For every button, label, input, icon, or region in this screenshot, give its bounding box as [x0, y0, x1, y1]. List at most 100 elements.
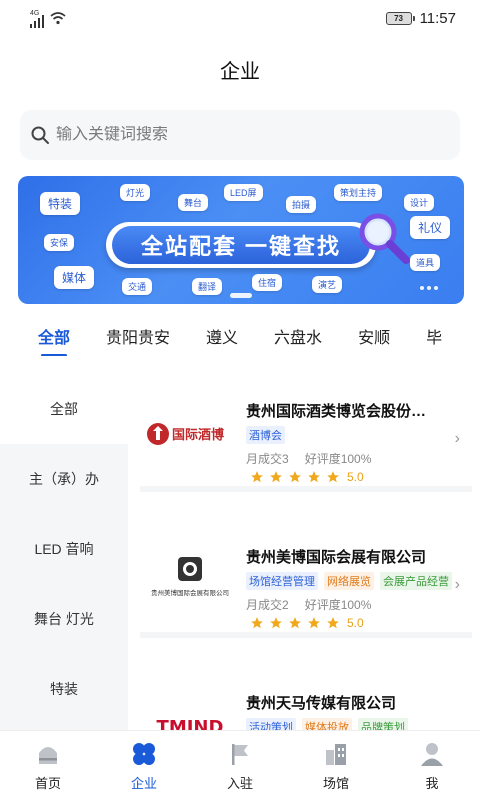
company-tag: 会展产品经营: [380, 572, 452, 590]
chevron-right-icon: ›: [454, 576, 460, 593]
company-logo: TMIND: [140, 696, 240, 730]
category-item-led-audio[interactable]: LED 音响: [0, 514, 128, 584]
company-stats: 月成交3 好评度100%: [246, 450, 371, 467]
star-icon: [289, 471, 301, 483]
battery-level: 73: [394, 13, 404, 23]
banner-chip: 道具: [410, 254, 441, 271]
tab-guiyang-guian[interactable]: 贵阳贵安: [106, 324, 170, 348]
star-icon: [308, 617, 320, 629]
nav-label: 我: [425, 776, 439, 791]
company-name: 贵州天马传媒有限公司: [246, 695, 397, 712]
nav-venue[interactable]: 场馆: [288, 731, 384, 800]
nav-label: 入驻: [226, 776, 253, 791]
company-stats: 月成交2 好评度100%: [246, 596, 371, 613]
flag-icon: [232, 744, 248, 765]
banner-chip: 翻译: [192, 278, 223, 295]
nav-join[interactable]: 入驻: [192, 731, 288, 800]
company-tags: 场馆经营管理 网络展览 会展产品经营: [246, 572, 454, 590]
company-card[interactable]: TMIND 贵州天马传媒有限公司 活动策划 媒体投放 品牌策划: [140, 666, 472, 730]
wifi-icon: [50, 12, 66, 25]
tab-bijie[interactable]: 毕: [426, 324, 442, 348]
banner-chip: 舞台: [178, 194, 209, 211]
star-icon: [251, 617, 263, 629]
banner-chip: 礼仪: [410, 216, 451, 239]
company-tag: 酒博会: [246, 426, 285, 444]
network-type: 4G: [30, 10, 40, 17]
chevron-right-icon: ›: [454, 430, 460, 447]
category-item-stage-lighting[interactable]: 舞台 灯光: [0, 584, 128, 654]
logo-text: 国际酒博: [172, 427, 224, 443]
nav-enterprise[interactable]: 企业: [96, 731, 192, 800]
company-tag: 媒体投放: [302, 718, 352, 730]
category-menu: 全部 主（承）办 LED 音响 舞台 灯光 特装: [0, 374, 128, 730]
company-tag: 场馆经营管理: [246, 572, 318, 590]
banner-chip: 演艺: [312, 276, 343, 293]
company-tags: 活动策划 媒体投放 品牌策划: [246, 718, 454, 730]
user-icon: [421, 743, 443, 766]
company-tag: 网络展览: [324, 572, 374, 590]
banner-chip: LED屏: [224, 184, 263, 201]
company-logo: 国际酒博: [140, 404, 240, 464]
star-icon: [289, 617, 301, 629]
company-tags: 酒博会: [246, 426, 454, 444]
banner-chip: 特装: [40, 192, 81, 215]
monthly-deals: 月成交3: [246, 452, 289, 466]
building-icon: [326, 744, 346, 765]
positive-rate: 好评度100%: [304, 452, 372, 466]
banner-chip: 灯光: [120, 184, 151, 201]
enterprise-icon: [133, 743, 155, 765]
rating-score: 5.0: [347, 470, 364, 484]
nav-label: 企业: [130, 776, 157, 791]
banner-chip: 交通: [122, 278, 153, 295]
company-card[interactable]: 国际酒博 贵州国际酒类博览会股份… 酒博会 月成交3 好评度100% 5.0 ›: [140, 374, 472, 492]
search-input[interactable]: [56, 126, 436, 144]
category-item-all[interactable]: 全部: [0, 374, 128, 444]
company-logo: 贵州美博国际会展有限公司: [140, 550, 240, 610]
company-card[interactable]: 贵州美博国际会展有限公司 贵州美博国际会展有限公司 场馆经营管理 网络展览 会展…: [140, 520, 472, 638]
category-item-special-booth[interactable]: 特装: [0, 654, 128, 724]
tab-zunyi[interactable]: 遵义: [206, 324, 238, 348]
star-icon: [251, 471, 263, 483]
nav-label: 场馆: [322, 776, 349, 791]
nav-home[interactable]: 首页: [0, 731, 96, 800]
banner-chip: 安保: [44, 234, 75, 251]
search-icon: [31, 126, 49, 144]
star-rating: 5.0: [250, 616, 364, 630]
search-bar[interactable]: [20, 110, 460, 160]
bottom-nav: 首页 企业 入驻 场馆 我: [0, 730, 480, 800]
company-list: 国际酒博 贵州国际酒类博览会股份… 酒博会 月成交3 好评度100% 5.0 ›: [128, 374, 480, 730]
tab-liupanshui[interactable]: 六盘水: [274, 324, 322, 348]
company-name: 贵州美博国际会展有限公司: [246, 549, 427, 566]
page-title: 企业: [220, 61, 260, 83]
company-name: 贵州国际酒类博览会股份…: [246, 403, 427, 420]
banner-chip: 媒体: [54, 266, 95, 289]
logo-text: 贵州美博国际会展有限公司: [151, 588, 229, 597]
star-icon: [327, 617, 339, 629]
city-tabs: 全部 贵阳贵安 遵义 六盘水 安顺 毕: [0, 316, 480, 356]
banner-page-indicator: [230, 293, 252, 298]
nav-label: 首页: [34, 776, 61, 791]
star-rating: 5.0: [250, 470, 364, 484]
star-icon: [308, 471, 320, 483]
status-bar: 4G 73 11:57: [0, 0, 480, 36]
promo-banner[interactable]: 特装 灯光 舞台 LED屏 策划主持 拍摄 设计 礼仪 安保 媒体 交通 翻译 …: [18, 176, 464, 304]
banner-chip: 拍摄: [286, 196, 317, 213]
magnifier-icon: [359, 213, 410, 264]
tab-all[interactable]: 全部: [38, 324, 70, 356]
nav-me[interactable]: 我: [384, 731, 480, 800]
star-icon: [270, 617, 282, 629]
clock: 11:57: [419, 9, 456, 27]
battery-icon: 73: [385, 11, 415, 25]
category-item-organizer[interactable]: 主（承）办: [0, 444, 128, 514]
company-tag: 品牌策划: [358, 718, 408, 730]
tab-anshun[interactable]: 安顺: [358, 324, 390, 348]
monthly-deals: 月成交2: [246, 598, 289, 612]
home-icon: [39, 747, 57, 764]
star-icon: [327, 471, 339, 483]
company-tag: 活动策划: [246, 718, 296, 730]
rating-score: 5.0: [347, 616, 364, 630]
banner-chip: 住宿: [252, 274, 283, 291]
positive-rate: 好评度100%: [304, 598, 372, 612]
banner-more-dots: [420, 286, 438, 290]
star-icon: [270, 471, 282, 483]
